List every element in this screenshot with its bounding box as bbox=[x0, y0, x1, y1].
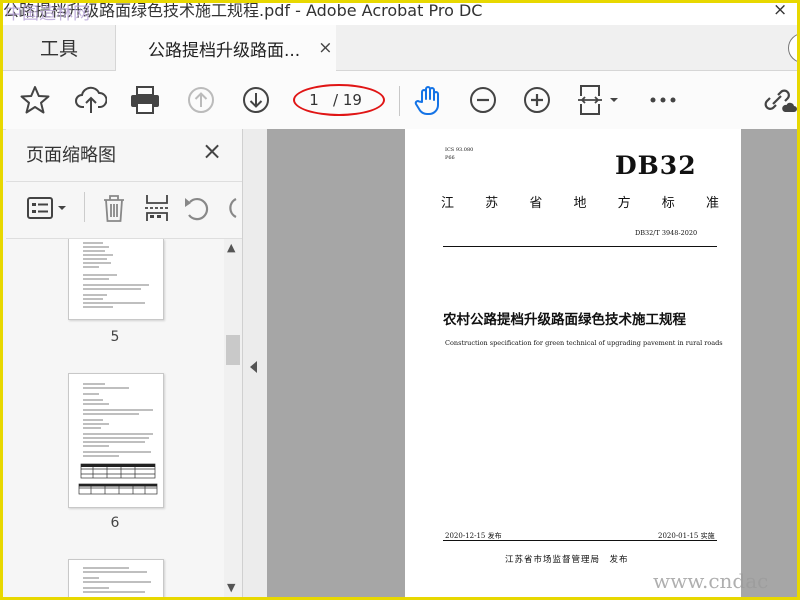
standard-number: DB32/T 3948-2020 bbox=[635, 229, 698, 237]
zoom-in-icon[interactable] bbox=[521, 84, 553, 116]
scroll-thumb[interactable] bbox=[226, 335, 240, 365]
more-icon[interactable] bbox=[647, 84, 679, 116]
account-icon[interactable] bbox=[788, 33, 797, 63]
thumbnail-list: 5 6 bbox=[6, 239, 224, 597]
document-title-en: Construction specification for green tec… bbox=[445, 339, 723, 347]
panel-close-button[interactable]: × bbox=[202, 137, 222, 165]
document-margin bbox=[741, 129, 797, 597]
document-view[interactable]: ICS 93.080 P66 DB32 江 苏 省 地 方 标 准 DB32/T… bbox=[267, 129, 797, 597]
thumbnail-label-6: 6 bbox=[110, 515, 120, 531]
thumbnail-panel: 页面缩略图 × 5 6 ▲ ▼ bbox=[6, 129, 243, 597]
thumbnail-page-6[interactable] bbox=[68, 373, 164, 508]
title-bar: 公路提档升级路面绿色技术施工规程.pdf - Adobe Acrobat Pro… bbox=[3, 3, 797, 25]
standard-type: 江 苏 省 地 方 标 准 bbox=[441, 192, 719, 211]
standard-type-char: 地 bbox=[573, 196, 587, 211]
standard-type-char: 准 bbox=[705, 196, 719, 211]
toolbar-divider bbox=[399, 86, 400, 116]
window-close-button[interactable]: × bbox=[773, 3, 787, 20]
scroll-down-icon[interactable]: ▼ bbox=[227, 581, 235, 594]
rotate-right-icon[interactable] bbox=[224, 192, 240, 224]
panel-divider bbox=[84, 192, 85, 222]
pdf-page: ICS 93.080 P66 DB32 江 苏 省 地 方 标 准 DB32/T… bbox=[405, 129, 741, 597]
trash-icon[interactable] bbox=[101, 192, 127, 224]
standard-type-char: 省 bbox=[529, 196, 543, 211]
standard-code: DB32 bbox=[615, 151, 697, 180]
extract-page-icon[interactable] bbox=[144, 192, 170, 224]
arrow-down-circle-icon[interactable] bbox=[240, 84, 272, 116]
scroll-up-icon[interactable]: ▲ bbox=[227, 241, 235, 254]
publisher: 江苏省市场监督管理局 发布 bbox=[505, 555, 629, 565]
thumbnail-page-5[interactable] bbox=[68, 239, 164, 320]
panel-title: 页面缩略图 bbox=[26, 145, 116, 166]
standard-type-char: 标 bbox=[661, 196, 675, 211]
arrow-up-circle-icon[interactable] bbox=[185, 84, 217, 116]
hand-icon[interactable] bbox=[413, 84, 445, 116]
ics-code: ICS 93.080 P66 bbox=[445, 146, 473, 162]
ics-number: ICS 93.080 bbox=[445, 147, 474, 153]
tab-close-button[interactable]: × bbox=[318, 38, 332, 58]
app-window: 公路提档升级路面绿色技术施工规程.pdf - Adobe Acrobat Pro… bbox=[3, 3, 797, 597]
rotate-icon[interactable] bbox=[182, 192, 212, 224]
footer-rule bbox=[443, 540, 717, 541]
tab-bar: 工具 公路提档升级路面... × bbox=[3, 25, 797, 71]
thumbnail-options-icon[interactable] bbox=[26, 192, 70, 224]
print-icon[interactable] bbox=[129, 84, 161, 116]
watermark-bottom: www.cndac bbox=[653, 569, 769, 593]
tab-document[interactable]: 公路提档升级路面... × bbox=[116, 25, 336, 71]
tab-tools[interactable]: 工具 bbox=[3, 25, 116, 70]
thumbnail-page-7[interactable] bbox=[68, 559, 164, 597]
zoom-out-icon[interactable] bbox=[467, 84, 499, 116]
panel-toolbar bbox=[6, 181, 242, 239]
link-share-icon[interactable] bbox=[761, 84, 797, 116]
fit-page-icon[interactable] bbox=[575, 84, 625, 116]
annotation-ellipse bbox=[293, 84, 385, 116]
panel-splitter[interactable] bbox=[243, 129, 267, 597]
star-icon[interactable] bbox=[19, 84, 51, 116]
standard-type-char: 方 bbox=[617, 196, 631, 211]
collapse-panel-icon[interactable] bbox=[250, 361, 257, 373]
cloud-upload-icon[interactable] bbox=[75, 84, 107, 116]
standard-type-char: 苏 bbox=[485, 196, 499, 211]
header-rule bbox=[443, 246, 717, 247]
window-title: 公路提档升级路面绿色技术施工规程.pdf - Adobe Acrobat Pro… bbox=[3, 3, 483, 20]
tab-document-label: 公路提档升级路面... bbox=[148, 40, 301, 61]
classification-code: P66 bbox=[445, 155, 455, 161]
thumbnail-label-5: 5 bbox=[110, 329, 120, 345]
panel-scrollbar[interactable]: ▲ ▼ bbox=[224, 239, 242, 597]
document-title-cn: 农村公路提档升级路面绿色技术施工规程 bbox=[443, 312, 686, 328]
toolbar: 1 / 19 bbox=[3, 71, 797, 130]
standard-type-char: 江 bbox=[441, 196, 455, 211]
